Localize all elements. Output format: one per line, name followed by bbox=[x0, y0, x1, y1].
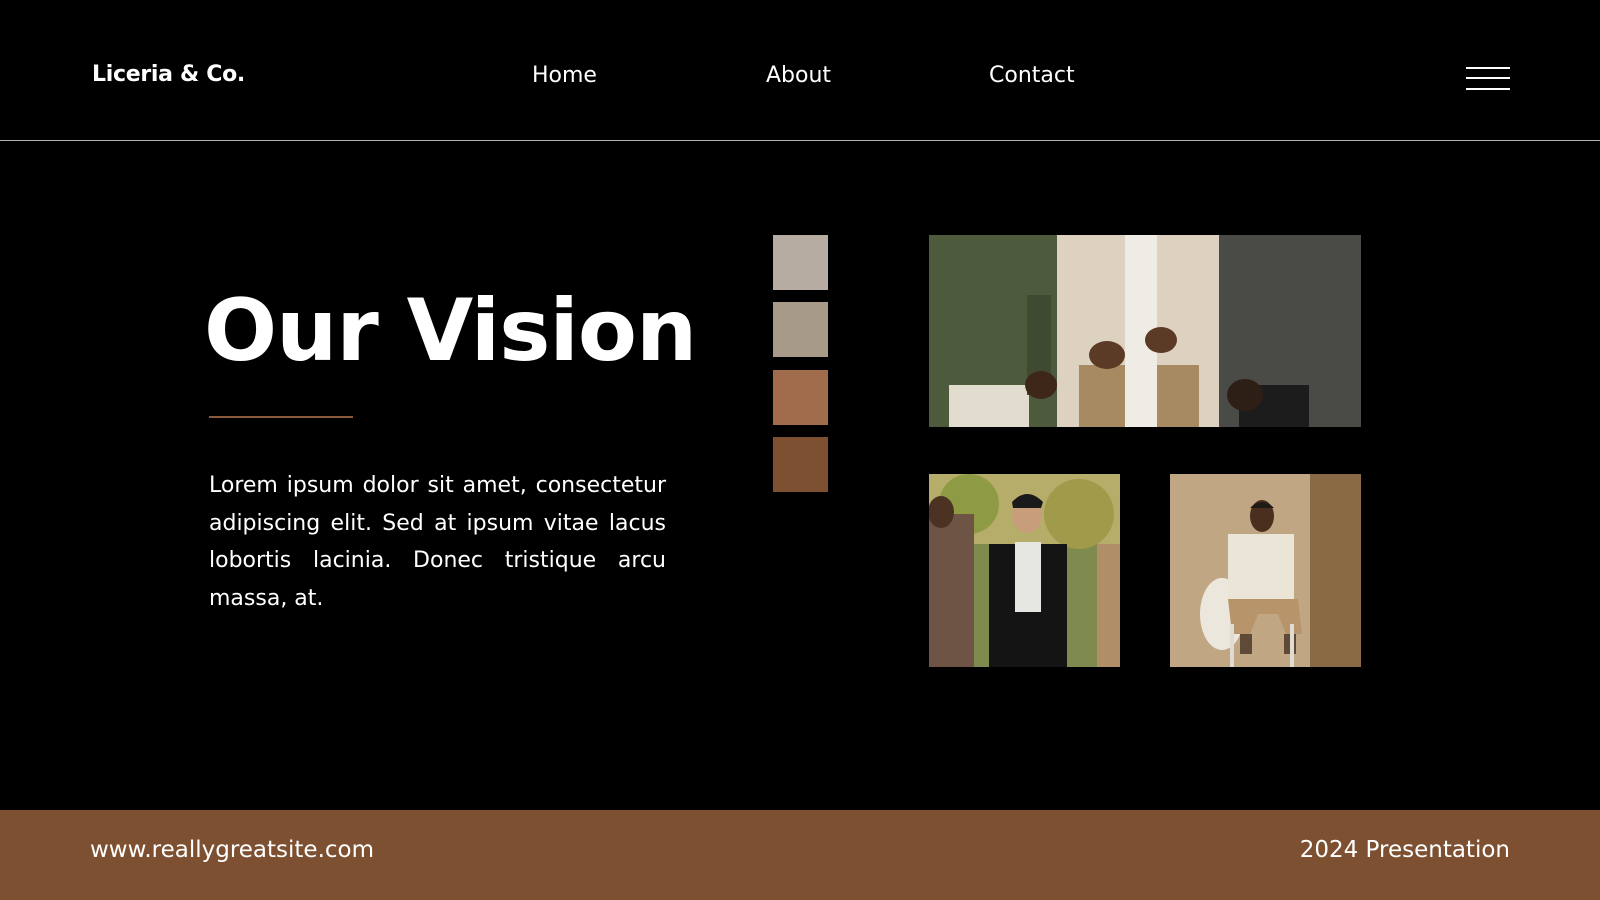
photo-park-coats bbox=[929, 474, 1120, 667]
footer-presentation-label: 2024 Presentation bbox=[1299, 837, 1510, 863]
nav-link-contact[interactable]: Contact bbox=[989, 63, 1075, 88]
footer: www.reallygreatsite.com 2024 Presentatio… bbox=[0, 810, 1600, 900]
nav-link-home[interactable]: Home bbox=[532, 63, 597, 88]
color-swatch-1 bbox=[773, 235, 828, 290]
photo-group-shirts bbox=[929, 235, 1361, 427]
header: Liceria & Co. Home About Contact bbox=[0, 0, 1600, 141]
nav-link-about[interactable]: About bbox=[766, 63, 831, 88]
vision-description: Lorem ipsum dolor sit amet, consectetur … bbox=[209, 473, 666, 611]
hamburger-menu-icon[interactable] bbox=[1466, 64, 1510, 94]
title-divider bbox=[209, 416, 353, 418]
color-swatch-2 bbox=[773, 302, 828, 357]
color-swatch-3 bbox=[773, 370, 828, 425]
brand-logo-text[interactable]: Liceria & Co. bbox=[92, 62, 245, 87]
photo-seated-man bbox=[1170, 474, 1361, 667]
color-swatch-4 bbox=[773, 437, 828, 492]
page-title: Our Vision bbox=[204, 281, 697, 381]
footer-website-link[interactable]: www.reallygreatsite.com bbox=[90, 837, 374, 863]
